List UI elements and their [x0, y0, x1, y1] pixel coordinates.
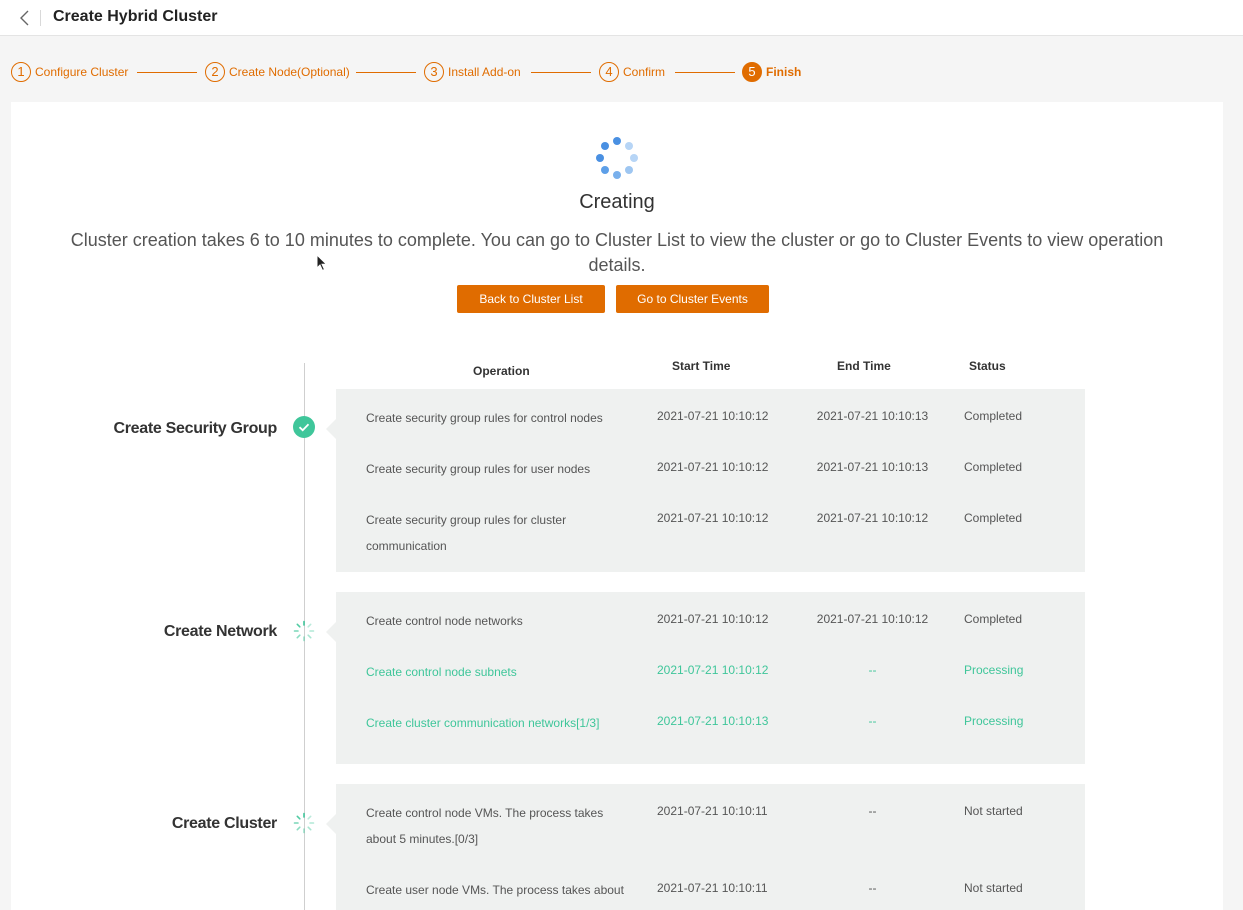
- start-time-cell: 2021-07-21 10:10:12: [657, 663, 769, 677]
- table-row: Create security group rules for control …: [336, 403, 1085, 443]
- back-button[interactable]: [14, 8, 36, 28]
- page-title: Create Hybrid Cluster: [53, 8, 218, 25]
- end-time-cell: --: [868, 663, 877, 677]
- start-time-cell: 2021-07-21 10:10:11: [657, 881, 768, 895]
- start-time-cell: 2021-07-21 10:10:13: [657, 714, 769, 728]
- end-time-cell: 2021-07-21 10:10:13: [816, 460, 929, 474]
- table-row: Create control node subnets 2021-07-21 1…: [336, 657, 1085, 697]
- end-time-cell: --: [868, 804, 877, 818]
- loading-spinner-icon: [293, 812, 315, 834]
- operation-cell: Create cluster communication networks[1/…: [366, 716, 600, 730]
- column-header-end-time: End Time: [837, 359, 891, 373]
- step-number: 4: [599, 62, 619, 82]
- step-connector: [356, 72, 416, 73]
- table-row: Create control node VMs. The process tak…: [336, 798, 1085, 858]
- back-to-cluster-list-button[interactable]: Back to Cluster List: [457, 285, 605, 313]
- step-configure-cluster[interactable]: 1 Configure Cluster: [11, 62, 128, 82]
- column-header-start-time: Start Time: [672, 359, 731, 373]
- table-row: Create cluster communication networks[1/…: [336, 708, 1085, 748]
- stage-panel-network: Create control node networks 2021-07-21 …: [326, 592, 1085, 764]
- stage-title-network: Create Network: [163, 623, 277, 640]
- loading-spinner-icon: [596, 137, 638, 179]
- step-number: 1: [11, 62, 31, 82]
- status-cell: Processing: [964, 663, 1024, 677]
- start-time-cell: 2021-07-21 10:10:11: [657, 804, 768, 818]
- step-number: 5: [742, 62, 762, 82]
- creation-progress-card: Creating Cluster creation takes 6 to 10 …: [11, 102, 1223, 910]
- table-row: Create user node VMs. The process takes …: [336, 875, 1085, 910]
- go-to-cluster-events-button[interactable]: Go to Cluster Events: [616, 285, 769, 313]
- wizard-steps: 1 Configure Cluster 2 Create Node(Option…: [11, 62, 1111, 84]
- operation-cell: Create security group rules for control …: [366, 411, 603, 425]
- operation-cell: Create user node VMs. The process takes …: [366, 883, 624, 897]
- step-number: 2: [205, 62, 225, 82]
- top-bar: Create Hybrid Cluster: [0, 0, 1243, 36]
- status-cell: Processing: [964, 714, 1024, 728]
- step-label: Finish: [766, 65, 802, 79]
- end-time-cell: 2021-07-21 10:10:12: [816, 612, 929, 626]
- check-circle-icon: [293, 416, 315, 438]
- status-cell: Completed: [964, 612, 1023, 626]
- divider: [40, 10, 41, 26]
- end-time-cell: --: [868, 881, 877, 895]
- step-label: Install Add-on: [448, 65, 521, 79]
- step-confirm[interactable]: 4 Confirm: [599, 62, 665, 82]
- operation-cell: Create control node networks: [366, 614, 523, 628]
- loading-spinner-icon: [293, 620, 315, 642]
- column-header-operation: Operation: [473, 364, 530, 378]
- end-time-cell: 2021-07-21 10:10:12: [816, 511, 929, 525]
- status-cell: Completed: [964, 409, 1023, 423]
- chevron-left-icon: [20, 10, 29, 26]
- status-cell: Not started: [964, 804, 1023, 818]
- operation-cell: Create control node subnets: [366, 665, 517, 679]
- operation-cell: Create control node VMs. The process tak…: [366, 806, 604, 846]
- table-row: Create security group rules for cluster …: [336, 505, 1085, 565]
- start-time-cell: 2021-07-21 10:10:12: [657, 409, 769, 423]
- column-header-status: Status: [969, 359, 1006, 373]
- status-cell: Completed: [964, 460, 1023, 474]
- end-time-cell: --: [868, 714, 877, 728]
- step-label: Create Node(Optional): [229, 65, 350, 79]
- status-cell: Not started: [964, 881, 1023, 895]
- table-row: Create security group rules for user nod…: [336, 454, 1085, 494]
- start-time-cell: 2021-07-21 10:10:12: [657, 511, 769, 525]
- stage-panel-cluster: Create control node VMs. The process tak…: [326, 784, 1085, 910]
- start-time-cell: 2021-07-21 10:10:12: [657, 460, 769, 474]
- status-heading: Creating: [579, 191, 655, 213]
- step-install-addon[interactable]: 3 Install Add-on: [424, 62, 521, 82]
- stage-title-security-group: Create Security Group: [113, 420, 277, 437]
- step-connector: [137, 72, 197, 73]
- step-label: Confirm: [623, 65, 666, 79]
- stage-panel-security-group: .p1::before{top:28px;} Create security g…: [326, 389, 1085, 572]
- step-label: Configure Cluster: [35, 65, 129, 79]
- mouse-cursor-icon: [316, 254, 328, 272]
- operation-cell: Create security group rules for cluster …: [366, 513, 567, 553]
- stage-title-cluster: Create Cluster: [171, 815, 277, 832]
- step-finish[interactable]: 5 Finish: [742, 62, 801, 82]
- end-time-cell: 2021-07-21 10:10:13: [816, 409, 929, 423]
- operation-cell: Create security group rules for user nod…: [366, 462, 591, 476]
- status-cell: Completed: [964, 511, 1023, 525]
- step-connector: [675, 72, 735, 73]
- step-connector: [531, 72, 591, 73]
- step-create-node[interactable]: 2 Create Node(Optional): [205, 62, 350, 82]
- step-number: 3: [424, 62, 444, 82]
- status-description: Cluster creation takes 6 to 10 minutes t…: [70, 230, 1164, 275]
- table-row: Create control node networks 2021-07-21 …: [336, 606, 1085, 646]
- start-time-cell: 2021-07-21 10:10:12: [657, 612, 769, 626]
